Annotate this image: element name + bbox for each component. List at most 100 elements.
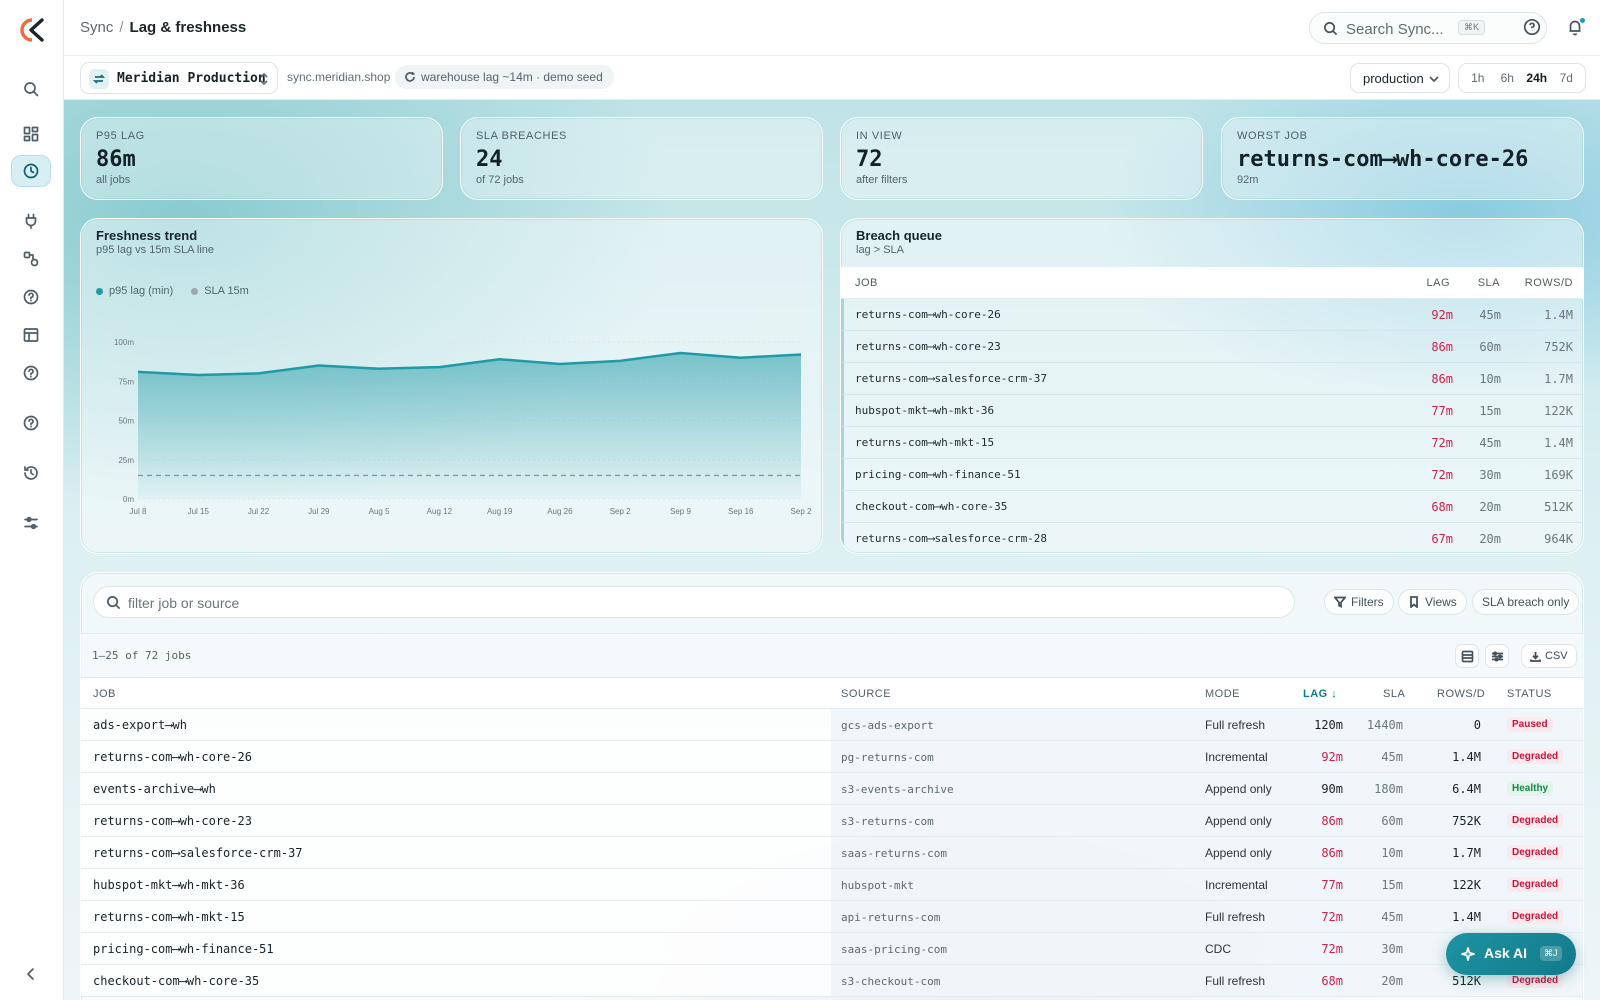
sla-cell: 45m (1381, 750, 1403, 764)
filters-button[interactable]: Filters (1324, 589, 1394, 615)
stat-value: 86m (96, 147, 136, 172)
nav-plug-icon[interactable] (11, 205, 51, 237)
views-button[interactable]: Views (1398, 589, 1467, 615)
legend-item-sla[interactable]: SLA 15m (191, 285, 249, 297)
col-source[interactable]: SOURCE (841, 688, 891, 700)
mode-cell: Full refresh (1205, 910, 1266, 924)
legend-item-p95[interactable]: p95 lag (min) (96, 285, 173, 297)
breach-queue-row[interactable]: returns-com⟶salesforce-crm-28 67m 20m 964K (841, 523, 1583, 553)
panel-title: Freshness trend (96, 228, 198, 243)
mode-cell: Full refresh (1205, 974, 1266, 988)
range-24h[interactable]: 24h (1522, 71, 1552, 85)
source-cell: saas-pricing-com (841, 943, 947, 956)
filters-label: Filters (1351, 595, 1384, 609)
ask-ai-button[interactable]: Ask AI ⌘J (1446, 933, 1576, 975)
col-mode[interactable]: MODE (1205, 688, 1240, 700)
nav-help-icon[interactable] (11, 281, 51, 313)
panel-title: Breach queue (856, 228, 942, 243)
sla-breach-only-toggle[interactable]: SLA breach only (1472, 589, 1580, 615)
breach-sla-cell: 60m (1479, 340, 1501, 354)
nav-help-icon-3[interactable] (11, 407, 51, 439)
breach-rows-cell: 1.7M (1544, 372, 1573, 386)
table-row[interactable]: returns-com⟶wh-core-26 pg-returns-com Incr… (81, 741, 1583, 773)
search-placeholder: Search Sync... (1346, 21, 1444, 38)
download-icon (1530, 651, 1541, 662)
nav-help-icon-2[interactable] (11, 357, 51, 389)
source-cell: api-returns-com (841, 911, 941, 924)
breadcrumb-separator: / (119, 19, 124, 36)
x-tick-label: Aug 19 (487, 507, 513, 516)
nav-clock-icon[interactable] (11, 155, 51, 187)
stat-label: SLA BREACHES (476, 130, 567, 142)
x-tick-label: Jul 15 (188, 507, 210, 516)
breach-queue-header: JOB LAG SLA ROWS/D (841, 267, 1583, 299)
breach-rows-cell: 169K (1544, 468, 1573, 482)
breach-queue-row[interactable]: returns-com⟶wh-core-23 86m 60m 752K (841, 331, 1583, 363)
col-lag-sorted[interactable]: LAG ↓ (1303, 688, 1337, 700)
breach-queue-row[interactable]: pricing-com⟶wh-finance-51 72m 30m 169K (841, 459, 1583, 491)
breach-queue-row[interactable]: hubspot-mkt⟶wh-mkt-36 77m 15m 122K (841, 395, 1583, 427)
environment-select[interactable]: production (1350, 63, 1450, 93)
breach-lag-cell: 77m (1431, 404, 1453, 418)
breach-queue-row[interactable]: returns-com⟶wh-mkt-15 72m 45m 1.4M (841, 427, 1583, 459)
source-cell: gcs-ads-export (841, 719, 934, 732)
breach-job-cell: returns-com⟶salesforce-crm-37 (855, 372, 1048, 385)
breach-queue-row[interactable]: returns-com⟶wh-core-26 92m 45m 1.4M (841, 299, 1583, 331)
table-row[interactable]: ads-export⟶wh gcs-ads-export Full refresh 1… (81, 709, 1583, 741)
table-row[interactable]: returns-com⟶wh-core-23 s3-returns-com Appe… (81, 805, 1583, 837)
global-search[interactable]: Search Sync... ⌘K (1309, 12, 1547, 44)
help-icon[interactable] (1523, 18, 1543, 38)
range-1h[interactable]: 1h (1463, 71, 1493, 85)
range-6h[interactable]: 6h (1493, 71, 1523, 85)
range-7d[interactable]: 7d (1552, 71, 1582, 85)
stat-value: returns-com⟶wh-core-26 (1237, 147, 1529, 172)
density-button[interactable] (1455, 644, 1479, 668)
breach-job-cell: pricing-com⟶wh-finance-51 (855, 468, 1021, 481)
lag-note-text: warehouse lag ~14m · demo seed (421, 70, 603, 84)
nav-table-icon[interactable] (11, 319, 51, 351)
table-row[interactable]: checkout-com⟶wh-core-35 s3-checkout-com Fu… (81, 965, 1583, 997)
lag-cell: 77m (1321, 878, 1343, 892)
mode-cell: Incremental (1205, 750, 1268, 764)
columns-button[interactable] (1485, 644, 1509, 668)
job-filter-input[interactable]: filter job or source (93, 586, 1295, 618)
export-csv-button[interactable]: CSV (1521, 644, 1577, 668)
nav-dashboard-icon[interactable] (11, 118, 51, 150)
lag-note-pill: warehouse lag ~14m · demo seed (395, 65, 614, 89)
nav-flow-icon[interactable] (11, 243, 51, 275)
notifications-bell-icon[interactable] (1566, 17, 1586, 38)
breach-queue-row[interactable]: checkout-com⟶wh-core-35 68m 20m 512K (841, 491, 1583, 523)
sla-cell: 180m (1374, 782, 1403, 796)
col-sla[interactable]: SLA (1383, 688, 1405, 700)
job-cell: returns-com⟶wh-mkt-15 (93, 910, 245, 924)
breach-lag-cell: 86m (1431, 340, 1453, 354)
breadcrumb-root[interactable]: Sync (80, 19, 113, 36)
workspace-select[interactable]: Meridian Production (80, 62, 278, 94)
app-logo[interactable] (18, 17, 46, 43)
collapse-sidebar-icon[interactable] (11, 958, 51, 990)
job-cell: checkout-com⟶wh-core-35 (93, 974, 260, 988)
rows-cell: 1.4M (1452, 750, 1481, 764)
table-row[interactable]: returns-com⟶wh-mkt-15 api-returns-com Full… (81, 901, 1583, 933)
nav-sliders-icon[interactable] (11, 507, 51, 539)
breach-queue-row[interactable]: returns-com⟶salesforce-crm-37 86m 10m 1.7M (841, 363, 1583, 395)
nav-search-icon[interactable] (11, 73, 51, 105)
rows-cell: 6.4M (1452, 782, 1481, 796)
table-row[interactable]: returns-com⟶salesforce-crm-37 saas-return… (81, 837, 1583, 869)
col-rows: ROWS/D (1524, 277, 1573, 289)
col-job[interactable]: JOB (93, 688, 116, 700)
breach-lag-cell: 72m (1431, 468, 1453, 482)
breach-job-cell: hubspot-mkt⟶wh-mkt-36 (855, 404, 995, 417)
table-row[interactable]: hubspot-mkt⟶wh-mkt-36 hubspot-mkt Incremen… (81, 869, 1583, 901)
col-status[interactable]: STATUS (1507, 688, 1552, 700)
workspace-domain: sync.meridian.shop (287, 70, 391, 84)
panel-subtitle: lag > SLA (856, 244, 905, 256)
sla-cell: 45m (1381, 910, 1403, 924)
nav-history-icon[interactable] (11, 457, 51, 489)
x-tick-label: Jul 8 (130, 507, 147, 516)
col-rows[interactable]: ROWS/D (1437, 688, 1485, 700)
table-row[interactable]: events-archive⟶wh s3-events-archive Append… (81, 773, 1583, 805)
stat-card-worst-job[interactable]: WORST JOB returns-com⟶wh-core-26 92m (1221, 117, 1584, 200)
table-row[interactable]: pricing-com⟶wh-finance-51 saas-pricing-co… (81, 933, 1583, 965)
job-cell: ads-export⟶wh (93, 718, 187, 732)
